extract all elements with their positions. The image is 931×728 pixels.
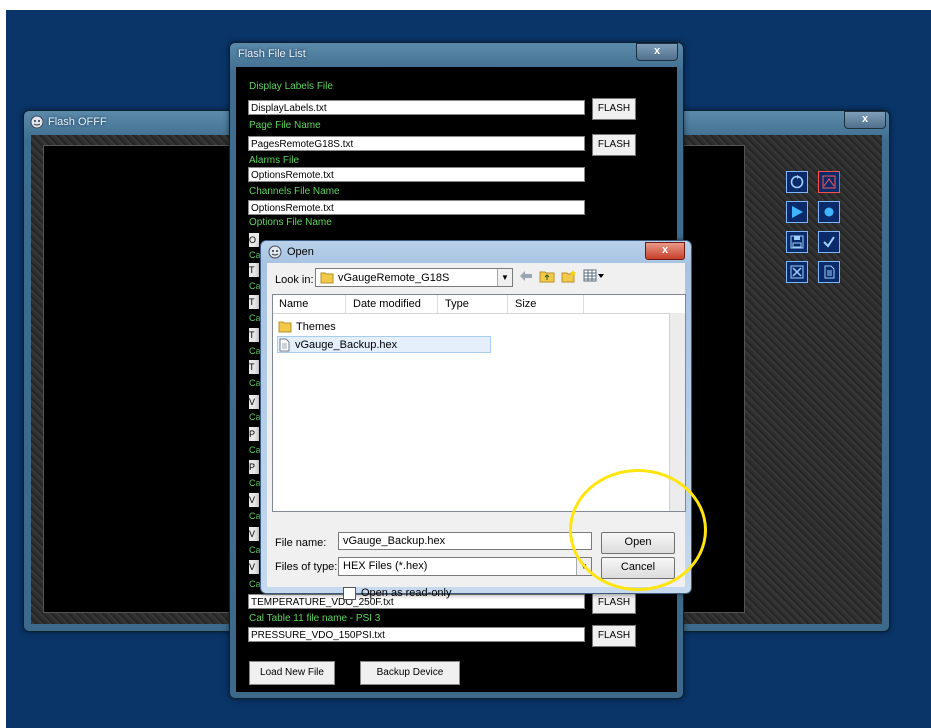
cal-table-label: Ca (249, 346, 261, 356)
cancel-icon[interactable] (786, 261, 808, 283)
save-icon[interactable] (786, 231, 808, 253)
file-name-label: File name: (275, 537, 327, 549)
cal-table-label: Ca (249, 412, 261, 422)
flash-cal-table-11-button[interactable]: FLASH (592, 625, 636, 647)
channels-file-field[interactable]: OptionsRemote.txt (248, 200, 585, 215)
chevron-down-icon[interactable]: ▼ (497, 269, 512, 286)
file-icon (279, 338, 290, 351)
window-title: Flash OFFF (48, 116, 107, 128)
checkmark-icon[interactable] (818, 231, 840, 253)
open-dialog: Open x Look in: vGaugeRemote_G18S ▼ Name… (260, 240, 692, 600)
cal-table-11-label: Cal Table 11 file name - PSI 3 (249, 613, 381, 624)
record-icon[interactable] (818, 201, 840, 223)
list-item[interactable]: Themes (278, 318, 336, 335)
alarms-file-label: Alarms File (249, 155, 300, 166)
flash-cal-table-10-button[interactable]: FLASH (592, 592, 636, 614)
load-new-file-button[interactable]: Load New File (249, 661, 335, 685)
column-size[interactable]: Size (515, 298, 536, 310)
new-folder-icon[interactable] (561, 269, 577, 283)
chevron-down-icon[interactable]: ▼ (576, 558, 591, 575)
column-date-modified[interactable]: Date modified (353, 298, 421, 310)
file-list: Name Date modified Type Size Themes vGau… (272, 294, 686, 512)
chart-icon[interactable] (818, 171, 840, 193)
look-in-label: Look in: (275, 274, 314, 286)
cal-table-field[interactable]: P (249, 427, 259, 441)
display-labels-label: Display Labels File (249, 81, 333, 92)
cal-table-label: Ca (249, 511, 261, 521)
backup-device-button[interactable]: Backup Device (360, 661, 460, 685)
file-type-select[interactable]: HEX Files (*.hex) ▼ (338, 557, 592, 576)
cal-table-field[interactable]: V (249, 560, 259, 574)
channels-file-label: Channels File Name (249, 186, 340, 197)
page-file-label: Page File Name (249, 120, 321, 131)
cal-table-11-field[interactable]: PRESSURE_VDO_150PSI.txt (248, 627, 585, 642)
back-icon[interactable] (519, 270, 533, 282)
play-icon[interactable] (786, 201, 808, 223)
file-type-value: HEX Files (*.hex) (343, 560, 428, 572)
window-title: Flash File List (238, 48, 306, 60)
cancel-button[interactable]: Cancel (601, 557, 675, 579)
cal-table-label: Ca (249, 445, 261, 455)
nav-toolbar (519, 269, 605, 283)
cal-table-field[interactable]: T (249, 360, 259, 374)
cal-table-label: Ca (249, 545, 261, 555)
flash-display-labels-button[interactable]: FLASH (592, 98, 636, 120)
cal-table-field[interactable]: T (249, 295, 259, 309)
dialog-title: Open (287, 246, 314, 258)
cal-table-field[interactable]: T (249, 328, 259, 342)
toolbar (786, 171, 840, 283)
folder-icon (278, 321, 292, 333)
cal-table-field[interactable]: T (249, 263, 259, 277)
cal-table-label: Ca (249, 281, 261, 291)
vertical-scrollbar[interactable] (669, 313, 685, 511)
read-only-checkbox[interactable] (343, 587, 356, 600)
cal-table-10-label: Ca (249, 579, 261, 589)
file-name-input[interactable]: vGauge_Backup.hex (338, 532, 592, 550)
column-type[interactable]: Type (445, 298, 469, 310)
item-label: Themes (296, 320, 336, 333)
folder-icon (320, 272, 334, 284)
cal-table-label: Ca (249, 313, 261, 323)
cal-table-label: Ca (249, 250, 261, 260)
view-menu-icon[interactable] (583, 269, 605, 283)
file-type-label: Files of type: (275, 561, 338, 573)
options-file-label: Options File Name (249, 217, 332, 228)
item-label: vGauge_Backup.hex (295, 338, 398, 351)
cal-table-field[interactable]: V (249, 527, 259, 541)
column-name[interactable]: Name (279, 298, 308, 310)
look-in-value: vGaugeRemote_G18S (338, 272, 450, 284)
cal-table-field[interactable]: P (249, 460, 259, 474)
refresh-icon[interactable] (786, 171, 808, 193)
dialog-icon (268, 245, 282, 259)
flash-page-file-button[interactable]: FLASH (592, 134, 636, 156)
look-in-select[interactable]: vGaugeRemote_G18S ▼ (315, 268, 513, 287)
app-icon (30, 115, 44, 129)
options-file-field[interactable]: O (249, 233, 259, 247)
cal-table-label: Ca (249, 478, 261, 488)
open-button[interactable]: Open (601, 532, 675, 554)
close-button[interactable]: x (844, 111, 886, 129)
cal-table-field[interactable]: V (249, 493, 259, 507)
close-button[interactable]: x (645, 242, 685, 260)
close-button[interactable]: x (636, 43, 678, 61)
cal-table-label: Ca (249, 378, 261, 388)
list-item[interactable]: vGauge_Backup.hex (277, 336, 491, 353)
read-only-label: Open as read-only (361, 587, 452, 599)
up-folder-icon[interactable] (539, 269, 555, 283)
cal-table-field[interactable]: V (249, 395, 259, 409)
dialog-body: Look in: vGaugeRemote_G18S ▼ Name Date m… (267, 263, 686, 600)
document-icon[interactable] (818, 261, 840, 283)
page-file-field[interactable]: PagesRemoteG18S.txt (248, 136, 585, 151)
display-labels-field[interactable]: DisplayLabels.txt (248, 100, 585, 115)
list-header: Name Date modified Type Size (273, 295, 685, 314)
alarms-file-field[interactable]: OptionsRemote.txt (248, 167, 585, 182)
